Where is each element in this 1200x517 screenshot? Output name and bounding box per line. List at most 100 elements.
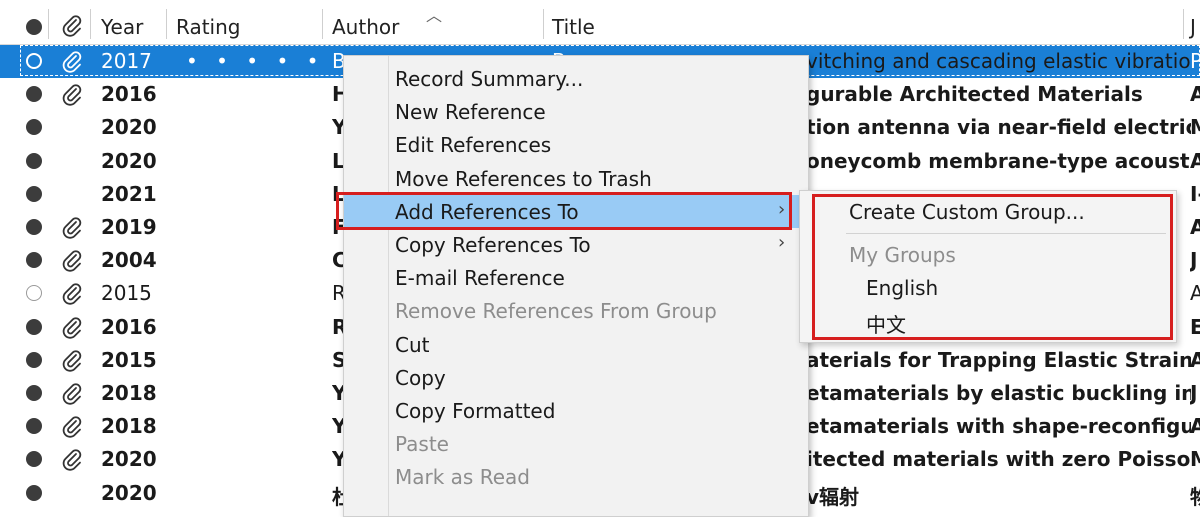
copy-formatted-menu-item[interactable]: Copy Formatted	[344, 394, 808, 427]
menu-item-label: Copy References To	[395, 233, 591, 257]
create-custom-group-label: Create Custom Group...	[849, 200, 1085, 224]
column-separator[interactable]	[90, 9, 91, 39]
cell-journal: A	[1190, 215, 1200, 239]
cell-journal: M	[1190, 115, 1200, 140]
cell-year: 2021	[101, 181, 157, 206]
read-status-icon[interactable]	[26, 86, 42, 103]
paperclip-icon	[60, 282, 84, 306]
cell-year: 2020	[101, 115, 157, 140]
group-label: English	[866, 276, 939, 300]
cell-year: 2015	[101, 281, 152, 306]
column-separator[interactable]	[543, 9, 544, 39]
menu-item-label: Mark as Read	[395, 465, 530, 490]
cell-year: 2020	[101, 480, 157, 505]
read-status-icon[interactable]	[26, 418, 42, 435]
cell-journal: E	[1190, 314, 1200, 339]
read-status-icon[interactable]	[26, 119, 42, 136]
cell-year: 2020	[101, 447, 157, 472]
menu-item-label: Copy Formatted	[395, 399, 556, 423]
cell-year: 2015	[101, 347, 157, 372]
menu-item-label: Move References to Trash	[395, 166, 652, 191]
cell-title-visible: etamaterials with shape-reconfigura...	[806, 414, 1191, 439]
column-header-year[interactable]: Year	[101, 15, 143, 39]
read-status-icon[interactable]	[26, 318, 42, 335]
read-status-icon[interactable]	[26, 152, 42, 169]
paperclip-icon	[60, 448, 84, 472]
cell-title-visible: oneycomb membrane-type acoustic ...	[806, 148, 1191, 173]
menu-item-label: Add References To	[395, 199, 579, 224]
paperclip-icon	[60, 415, 84, 439]
column-header-row: Year Rating Author ︿ Title J	[0, 0, 1200, 45]
paperclip-icon	[60, 249, 84, 273]
menu-item-label: New Reference	[395, 100, 546, 125]
cut-menu-item[interactable]: Cut	[344, 328, 808, 361]
read-status-icon[interactable]	[26, 252, 42, 269]
column-header-title[interactable]: Title	[552, 15, 595, 39]
cell-year: 2018	[101, 381, 157, 405]
column-separator[interactable]	[322, 9, 323, 39]
menu-item-label: Record Summary...	[395, 67, 584, 91]
cell-journal: A	[1190, 148, 1200, 173]
column-header-rating[interactable]: Rating	[176, 15, 240, 39]
record-summary-menu-item[interactable]: Record Summary...	[344, 62, 808, 95]
my-groups-label: My Groups	[849, 243, 956, 267]
copy-menu-item[interactable]: Copy	[344, 361, 808, 394]
chevron-right-icon: ›	[778, 198, 786, 220]
read-status-icon[interactable]	[26, 385, 42, 401]
paste-menu-item: Paste	[344, 427, 808, 460]
cell-title-visible: itected materials with zero Poisson's...	[806, 447, 1191, 472]
read-status-icon[interactable]	[26, 219, 42, 235]
add-references-to-menu-item[interactable]: Add References To ›	[344, 194, 808, 228]
column-separator[interactable]	[1183, 9, 1184, 39]
paperclip-icon	[60, 83, 84, 107]
group-menu-item-english[interactable]: English	[800, 272, 1176, 304]
cell-title-visible: etamaterials by elastic buckling inst...	[806, 381, 1191, 405]
cell-year: 2018	[101, 414, 157, 439]
cell-journal: I-	[1190, 181, 1200, 206]
cell-rating[interactable]: • • • • •	[186, 49, 316, 73]
column-header-author[interactable]: Author	[332, 15, 399, 39]
move-references-to-trash-menu-item[interactable]: Move References to Trash	[344, 162, 808, 195]
cell-year: 2017	[101, 49, 152, 73]
read-status-icon[interactable]	[26, 484, 42, 501]
cell-journal: J	[1190, 381, 1198, 405]
cell-journal: A	[1190, 82, 1200, 107]
my-groups-header: My Groups	[800, 239, 1176, 271]
chevron-right-icon: ›	[778, 232, 786, 253]
group-menu-item-chinese[interactable]: 中文	[800, 305, 1176, 337]
read-status-icon[interactable]	[26, 451, 42, 468]
read-status-icon[interactable]	[26, 285, 42, 302]
paperclip-icon	[60, 216, 84, 240]
cell-journal: A	[1190, 281, 1200, 306]
cell-year: 2016	[101, 314, 157, 339]
create-custom-group-menu-item[interactable]: Create Custom Group...	[800, 196, 1176, 228]
copy-references-to-menu-item[interactable]: Copy References To ›	[344, 228, 808, 261]
read-status-icon[interactable]	[26, 53, 42, 69]
attachment-column-icon[interactable]	[60, 14, 84, 38]
submenu-separator	[846, 233, 1166, 234]
new-reference-menu-item[interactable]: New Reference	[344, 95, 808, 128]
read-status-icon[interactable]	[26, 185, 42, 202]
cell-journal: M	[1190, 447, 1200, 472]
menu-item-label: Paste	[395, 432, 449, 457]
paperclip-icon	[60, 316, 84, 340]
group-label: 中文	[866, 313, 906, 337]
e-mail-reference-menu-item[interactable]: E-mail Reference	[344, 261, 808, 294]
cell-year: 2019	[101, 215, 157, 239]
cell-journal: P	[1190, 49, 1200, 73]
read-status-icon[interactable]	[26, 351, 42, 368]
cell-year: 2004	[101, 248, 157, 273]
mark-as-read-menu-item: Mark as Read	[344, 460, 808, 493]
cell-title-visible: vitching and cascading elastic vibration…	[806, 49, 1191, 73]
read-status-column-icon[interactable]	[26, 19, 42, 35]
column-separator[interactable]	[166, 9, 167, 39]
cell-journal: J	[1190, 248, 1198, 273]
edit-references-menu-item[interactable]: Edit References	[344, 128, 808, 161]
menu-item-label: E-mail Reference	[395, 266, 565, 291]
cell-journal: 物	[1190, 481, 1200, 510]
paperclip-icon	[60, 50, 84, 74]
context-menu: Record Summary... New Reference Edit Refer…	[343, 55, 809, 517]
column-separator[interactable]	[48, 9, 49, 39]
remove-references-from-group-menu-item: Remove References From Group	[344, 294, 808, 327]
column-header-journal[interactable]: J	[1190, 15, 1196, 39]
